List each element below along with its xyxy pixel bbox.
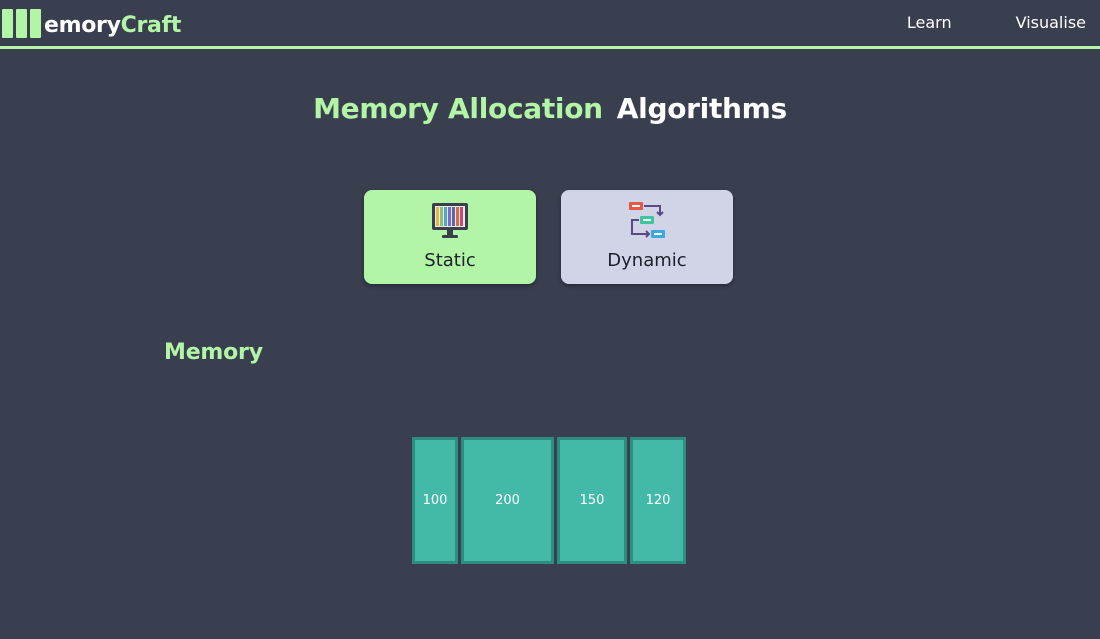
static-mode-label: Static — [424, 250, 476, 271]
nav-links: Learn Visualise — [907, 13, 1086, 32]
monitor-bars-icon — [432, 203, 468, 238]
flow-diagram-icon — [629, 202, 665, 238]
dynamic-mode-label: Dynamic — [607, 250, 687, 271]
page-title: Memory Allocation Algorithms — [0, 92, 1100, 125]
memory-blocks: 100 200 150 120 — [412, 437, 686, 564]
memory-block[interactable]: 100 — [412, 437, 458, 564]
brand-name-white: emory — [44, 13, 121, 38]
nav-link-learn[interactable]: Learn — [907, 13, 952, 32]
brand-m-icon — [2, 9, 41, 38]
static-mode-button[interactable]: Static — [364, 190, 536, 284]
memory-block[interactable]: 150 — [557, 437, 627, 564]
memory-block[interactable]: 120 — [630, 437, 686, 564]
page-title-rest: Algorithms — [616, 92, 787, 125]
brand-logo[interactable]: emoryCraft — [2, 8, 181, 38]
brand-name-green: Craft — [120, 13, 182, 38]
memory-block[interactable]: 200 — [461, 437, 554, 564]
nav-link-visualise[interactable]: Visualise — [1016, 13, 1086, 32]
brand-name: emoryCraft — [44, 15, 181, 37]
page-title-highlight: Memory Allocation — [313, 92, 603, 125]
navbar: emoryCraft Learn Visualise — [0, 0, 1100, 49]
dynamic-mode-button[interactable]: Dynamic — [561, 190, 733, 284]
memory-section-title: Memory — [164, 340, 263, 365]
